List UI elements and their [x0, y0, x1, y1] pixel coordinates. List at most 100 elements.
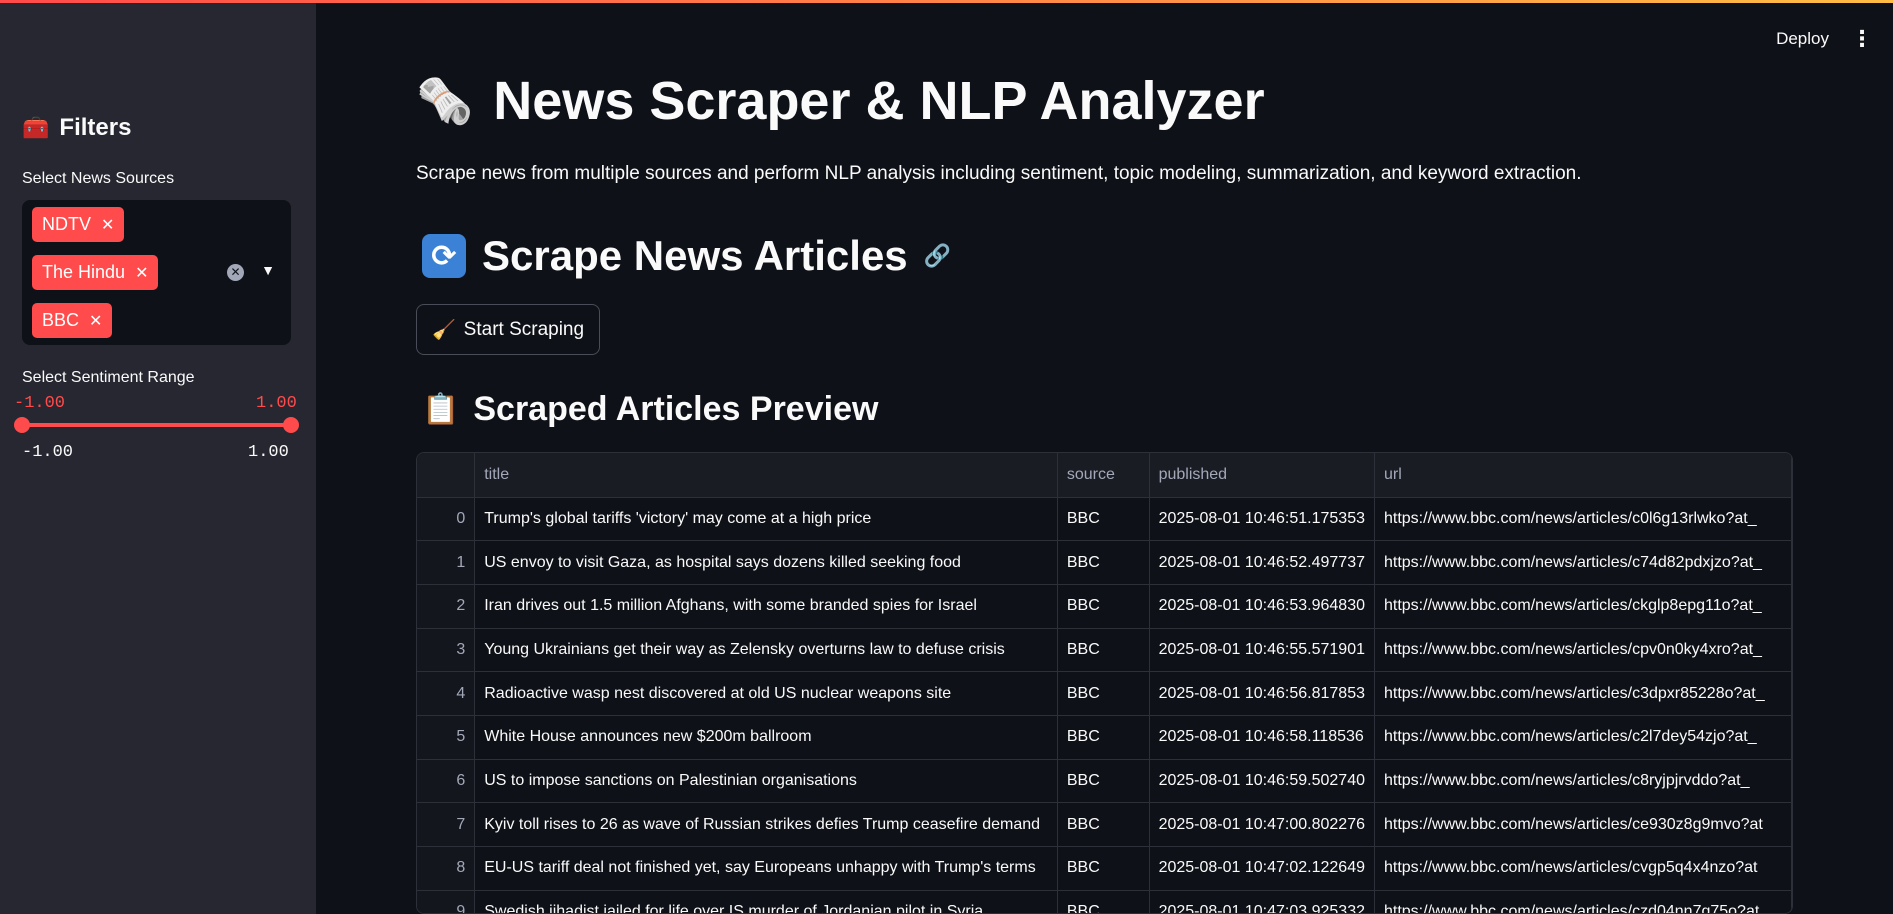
- published-cell[interactable]: 2025-08-01 10:46:52.497737: [1149, 540, 1375, 585]
- row-index[interactable]: 8: [417, 846, 476, 891]
- slider-low-thumb[interactable]: [14, 417, 30, 433]
- table-header-row: title source published url: [417, 453, 1792, 498]
- published-cell[interactable]: 2025-08-01 10:46:59.502740: [1149, 759, 1375, 804]
- source-cell[interactable]: BBC: [1057, 846, 1150, 891]
- source-tag-label: The Hindu: [42, 262, 126, 282]
- sidebar-title: Filters: [59, 114, 132, 141]
- table-row[interactable]: 8 EU-US tariff deal not finished yet, say…: [417, 846, 1792, 891]
- source-cell[interactable]: BBC: [1057, 802, 1150, 847]
- published-cell[interactable]: 2025-08-01 10:46:53.964830: [1149, 584, 1375, 629]
- source-tag-label: NDTV: [42, 214, 91, 234]
- broom-icon: 🧹: [432, 319, 456, 341]
- source-cell[interactable]: BBC: [1057, 715, 1150, 760]
- kebab-menu-icon[interactable]: ⋮: [1851, 26, 1873, 52]
- table-row[interactable]: 9 Swedish jihadist jailed for life over I…: [417, 890, 1792, 913]
- title-cell[interactable]: White House announces new $200m ballroom: [474, 715, 1058, 760]
- source-cell[interactable]: BBC: [1057, 497, 1150, 542]
- column-header-url[interactable]: url: [1374, 453, 1792, 498]
- chevron-down-icon[interactable]: ▼: [258, 260, 278, 280]
- url-cell[interactable]: https://www.bbc.com/news/articles/cpv0n0…: [1374, 628, 1792, 673]
- title-cell[interactable]: Radioactive wasp nest discovered at old …: [474, 671, 1058, 716]
- column-header-index[interactable]: [417, 453, 476, 498]
- remove-tag-icon[interactable]: ✕: [101, 215, 114, 235]
- slider-max-label: 1.00: [248, 443, 289, 462]
- title-cell[interactable]: EU-US tariff deal not finished yet, say …: [474, 846, 1058, 891]
- column-header-source[interactable]: source: [1057, 453, 1150, 498]
- row-index[interactable]: 9: [417, 890, 476, 913]
- title-cell[interactable]: Iran drives out 1.5 million Afghans, wit…: [474, 584, 1058, 629]
- source-cell[interactable]: BBC: [1057, 759, 1150, 804]
- clipboard-icon: 📋: [422, 393, 460, 426]
- published-cell[interactable]: 2025-08-01 10:46:58.118536: [1149, 715, 1375, 760]
- slider-high-thumb[interactable]: [283, 417, 299, 433]
- table-row[interactable]: 7 Kyiv toll rises to 26 as wave of Russia…: [417, 802, 1792, 847]
- table-row[interactable]: 0 Trump's global tariffs 'victory' may co…: [417, 497, 1792, 542]
- page-description: Scrape news from multiple sources and pe…: [416, 163, 1582, 184]
- row-index[interactable]: 4: [417, 671, 476, 716]
- url-cell[interactable]: https://www.bbc.com/news/articles/ce930z…: [1374, 802, 1792, 847]
- deploy-button[interactable]: Deploy: [1776, 29, 1829, 49]
- anchor-link-icon[interactable]: 🔗: [924, 243, 951, 269]
- page-title: 🗞️ News Scraper & NLP Analyzer: [416, 70, 1265, 132]
- clear-all-icon[interactable]: ✕: [227, 264, 244, 281]
- newspaper-icon: 🗞️: [416, 74, 474, 127]
- source-cell[interactable]: BBC: [1057, 628, 1150, 673]
- table-row[interactable]: 6 US to impose sanctions on Palestinian o…: [417, 759, 1792, 804]
- row-index[interactable]: 7: [417, 802, 476, 847]
- sentiment-label: Select Sentiment Range: [22, 369, 195, 386]
- articles-table[interactable]: title source published url 0 Trump's glob…: [416, 452, 1793, 914]
- url-cell[interactable]: https://www.bbc.com/news/articles/cvgp5q…: [1374, 846, 1792, 891]
- url-cell[interactable]: https://www.bbc.com/news/articles/c2l7de…: [1374, 715, 1792, 760]
- remove-tag-icon[interactable]: ✕: [135, 263, 148, 283]
- sidebar: 🧰 Filters Select News Sources NDTV ✕ The…: [0, 0, 316, 914]
- title-cell[interactable]: Swedish jihadist jailed for life over IS…: [474, 890, 1058, 913]
- sources-multiselect[interactable]: NDTV ✕ The Hindu ✕ BBC ✕ ✕ ▼: [22, 200, 291, 345]
- title-cell[interactable]: Young Ukrainians get their way as Zelens…: [474, 628, 1058, 673]
- title-cell[interactable]: US envoy to visit Gaza, as hospital says…: [474, 540, 1058, 585]
- url-cell[interactable]: https://www.bbc.com/news/articles/czd04n…: [1374, 890, 1792, 913]
- table-row[interactable]: 2 Iran drives out 1.5 million Afghans, wi…: [417, 584, 1792, 629]
- published-cell[interactable]: 2025-08-01 10:46:55.571901: [1149, 628, 1375, 673]
- url-cell[interactable]: https://www.bbc.com/news/articles/c3dpxr…: [1374, 671, 1792, 716]
- slider-high-value: 1.00: [256, 394, 297, 413]
- table-row[interactable]: 1 US envoy to visit Gaza, as hospital say…: [417, 540, 1792, 585]
- source-cell[interactable]: BBC: [1057, 890, 1150, 913]
- title-cell[interactable]: Trump's global tariffs 'victory' may com…: [474, 497, 1058, 542]
- table-row[interactable]: 3 Young Ukrainians get their way as Zelen…: [417, 628, 1792, 673]
- table-row[interactable]: 4 Radioactive wasp nest discovered at old…: [417, 671, 1792, 716]
- published-cell[interactable]: 2025-08-01 10:47:03.925332: [1149, 890, 1375, 913]
- start-scraping-label: Start Scraping: [463, 318, 585, 340]
- row-index[interactable]: 5: [417, 715, 476, 760]
- remove-tag-icon[interactable]: ✕: [89, 311, 102, 331]
- row-index[interactable]: 2: [417, 584, 476, 629]
- title-cell[interactable]: Kyiv toll rises to 26 as wave of Russian…: [474, 802, 1058, 847]
- preview-section-title: Scraped Articles Preview: [473, 390, 879, 428]
- source-tag-bbc[interactable]: BBC ✕: [32, 303, 113, 338]
- published-cell[interactable]: 2025-08-01 10:46:56.817853: [1149, 671, 1375, 716]
- row-index[interactable]: 0: [417, 497, 476, 542]
- source-cell[interactable]: BBC: [1057, 584, 1150, 629]
- source-tag-the-hindu[interactable]: The Hindu ✕: [32, 255, 159, 290]
- scrape-section-header: ⟳ Scrape News Articles 🔗: [422, 232, 951, 280]
- source-cell[interactable]: BBC: [1057, 671, 1150, 716]
- start-scraping-button[interactable]: 🧹 Start Scraping: [416, 304, 601, 355]
- row-index[interactable]: 6: [417, 759, 476, 804]
- row-index[interactable]: 1: [417, 540, 476, 585]
- published-cell[interactable]: 2025-08-01 10:47:00.802276: [1149, 802, 1375, 847]
- url-cell[interactable]: https://www.bbc.com/news/articles/c8ryjp…: [1374, 759, 1792, 804]
- published-cell[interactable]: 2025-08-01 10:47:02.122649: [1149, 846, 1375, 891]
- source-tag-ndtv[interactable]: NDTV ✕: [32, 207, 125, 242]
- source-cell[interactable]: BBC: [1057, 540, 1150, 585]
- column-header-published[interactable]: published: [1149, 453, 1375, 498]
- table-row[interactable]: 5 White House announces new $200m ballroo…: [417, 715, 1792, 760]
- url-cell[interactable]: https://www.bbc.com/news/articles/c74d82…: [1374, 540, 1792, 585]
- sidebar-header: 🧰 Filters: [22, 114, 131, 142]
- column-header-title[interactable]: title: [474, 453, 1058, 498]
- url-cell[interactable]: https://www.bbc.com/news/articles/ckglp8…: [1374, 584, 1792, 629]
- row-index[interactable]: 3: [417, 628, 476, 673]
- title-cell[interactable]: US to impose sanctions on Palestinian or…: [474, 759, 1058, 804]
- url-cell[interactable]: https://www.bbc.com/news/articles/c0l6g1…: [1374, 497, 1792, 542]
- sentiment-slider-track[interactable]: [22, 423, 291, 427]
- published-cell[interactable]: 2025-08-01 10:46:51.175353: [1149, 497, 1375, 542]
- slider-low-value: -1.00: [14, 394, 66, 413]
